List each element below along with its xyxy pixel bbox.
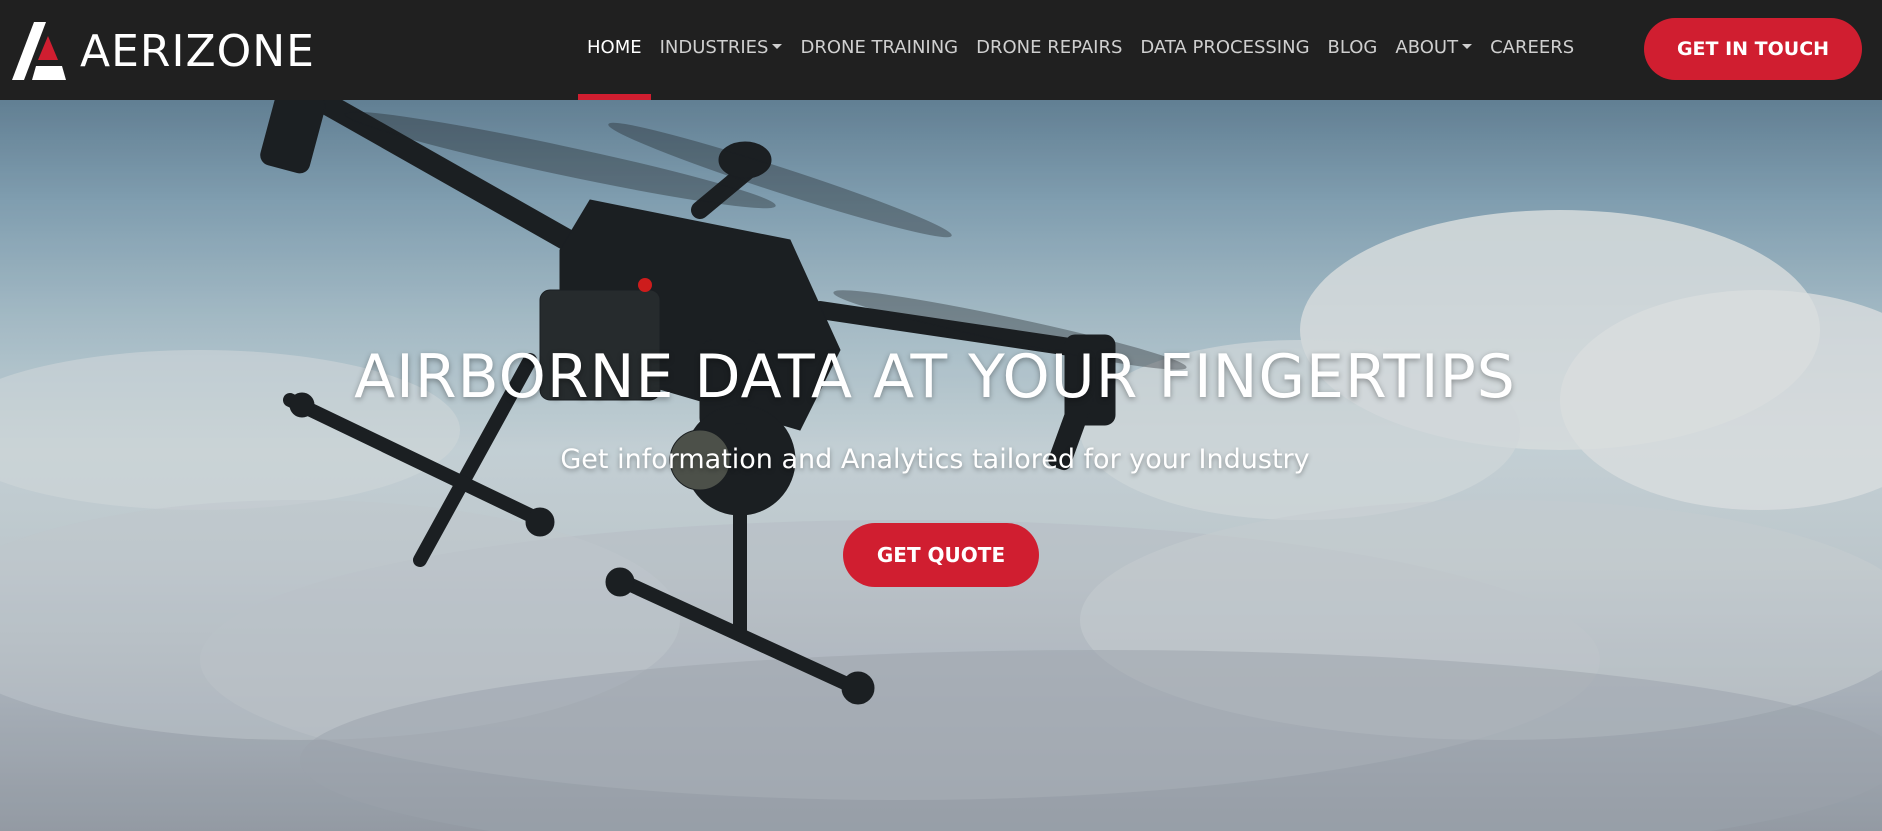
nav-item-home[interactable]: HOME [578,0,651,100]
caret-down-icon [772,43,783,49]
site-header: AERIZONE HOME INDUSTRIES DRONE TRAINING … [0,0,1882,100]
caret-down-icon [1462,43,1473,49]
get-quote-button[interactable]: GET QUOTE [843,523,1039,587]
brand-logo[interactable]: AERIZONE [12,22,315,82]
hero-title: AIRBORNE DATA AT YOUR FINGERTIPS [354,342,1516,412]
nav-item-industries[interactable]: INDUSTRIES [651,0,792,100]
nav-item-label: ABOUT [1395,37,1459,58]
nav-item-drone-training[interactable]: DRONE TRAINING [791,0,967,100]
aerizone-logo-icon [12,22,66,80]
hero-subtitle: Get information and Analytics tailored f… [560,444,1310,475]
nav-item-about[interactable]: ABOUT [1386,0,1481,100]
nav-item-blog[interactable]: BLOG [1319,0,1387,100]
nav-item-data-processing[interactable]: DATA PROCESSING [1131,0,1318,100]
main-nav: HOME INDUSTRIES DRONE TRAINING DRONE REP… [578,0,1583,100]
nav-item-drone-repairs[interactable]: DRONE REPAIRS [967,0,1131,100]
hero-section: AIRBORNE DATA AT YOUR FINGERTIPS Get inf… [0,100,1882,831]
nav-item-label: INDUSTRIES [659,37,769,58]
brand-name: AERIZONE [80,26,315,77]
get-in-touch-button[interactable]: GET IN TOUCH [1644,18,1862,80]
nav-item-careers[interactable]: CAREERS [1481,0,1583,100]
